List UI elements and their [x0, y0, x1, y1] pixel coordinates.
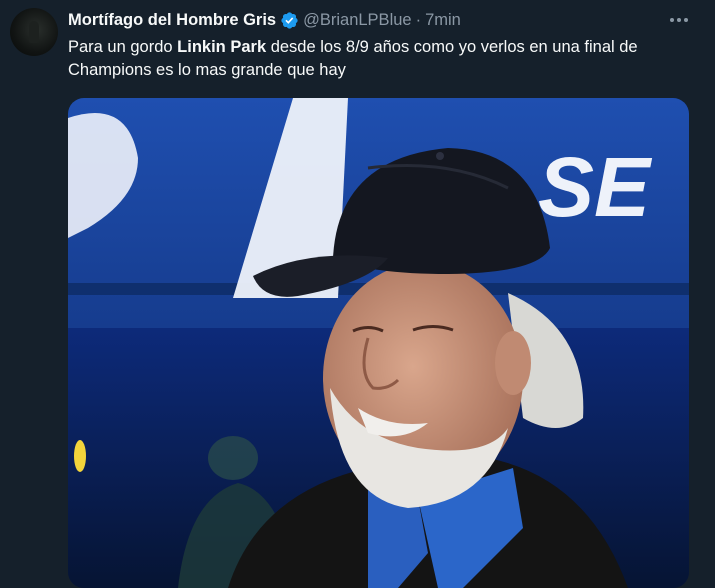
tweet-header: Mortífago del Hombre Gris @BrianLPBlue ·… — [68, 9, 461, 31]
author-name[interactable]: Mortífago del Hombre Gris — [68, 11, 276, 30]
photo-illustration: SE — [68, 98, 689, 588]
more-options-icon[interactable] — [664, 10, 694, 30]
background-letters: SE — [538, 140, 653, 234]
separator: · — [415, 10, 422, 29]
tweet-text-bold: Linkin Park — [177, 38, 267, 56]
tweet-card[interactable]: Mortífago del Hombre Gris @BrianLPBlue ·… — [0, 0, 715, 588]
timestamp[interactable]: 7min — [425, 11, 461, 30]
avatar[interactable] — [10, 8, 58, 56]
verified-badge-icon — [281, 11, 298, 29]
avatar-figure — [29, 21, 39, 43]
tweet-text: Para un gordo Linkin Park desde los 8/9 … — [68, 36, 698, 82]
author-handle[interactable]: @BrianLPBlue — [303, 11, 411, 30]
tweet-media-photo[interactable]: SE — [68, 98, 689, 588]
tweet-text-before: Para un gordo — [68, 38, 178, 56]
